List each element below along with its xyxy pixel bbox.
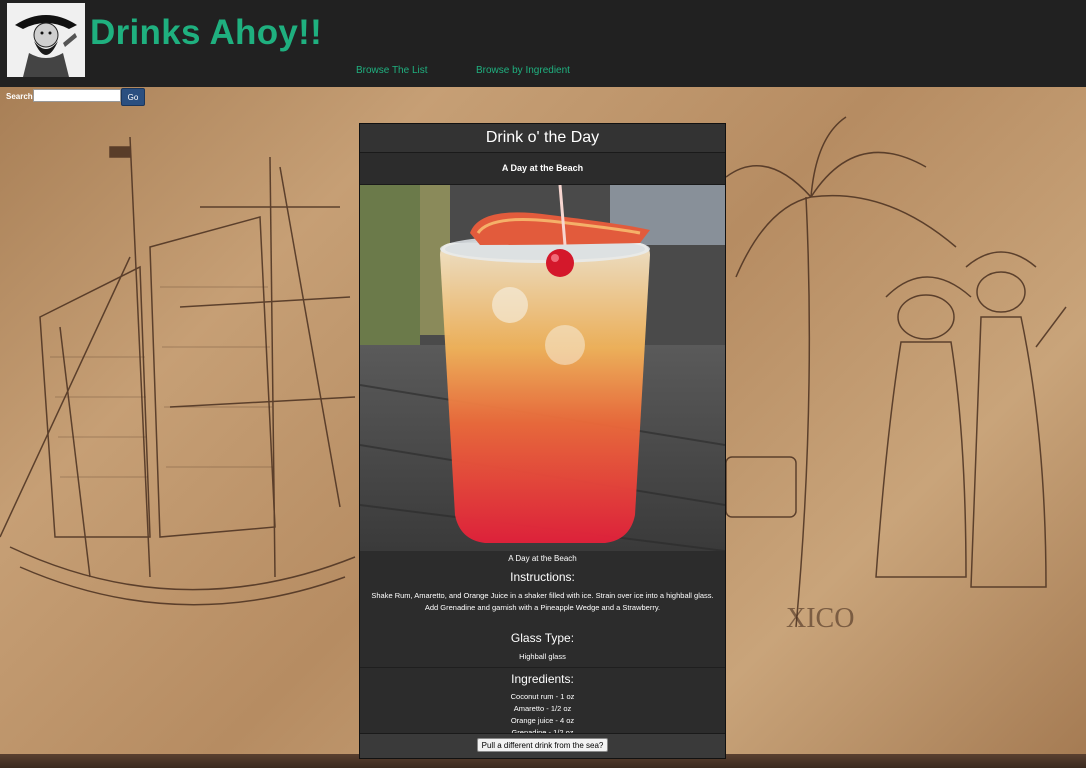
- instructions-text: Shake Rum, Amaretto, and Orange Juice in…: [371, 591, 714, 612]
- card-title: Drink o' the Day: [360, 124, 725, 153]
- site-title[interactable]: Drinks Ahoy!!: [90, 13, 322, 53]
- glass-type-value: Highball glass: [360, 652, 725, 668]
- ingredients-list: Coconut rum - 1 oz Amaretto - 1/2 oz Ora…: [360, 691, 725, 739]
- drink-photo: [360, 185, 725, 551]
- pirates-sketch-icon: XICO: [726, 116, 1067, 634]
- ingredient-item: Amaretto - 1/2 oz: [513, 704, 572, 713]
- ship-sketch-icon: [0, 136, 356, 606]
- nav-browse-list-link[interactable]: Browse The List: [356, 65, 428, 76]
- glass-type-heading: Glass Type:: [510, 631, 575, 645]
- search-bar: Search: Go: [0, 87, 1086, 107]
- pirate-logo-image[interactable]: [7, 3, 85, 77]
- site-header: Drinks Ahoy!! Browse The List Browse by …: [0, 0, 1086, 87]
- ingredient-item: Orange juice - 4 oz: [510, 716, 575, 725]
- ingredient-item: Coconut rum - 1 oz: [510, 692, 575, 701]
- card-footer: Pull a different drink from the sea?: [360, 733, 725, 758]
- instructions-heading: Instructions:: [510, 570, 575, 584]
- photo-caption: A Day at the Beach: [508, 554, 577, 563]
- search-input[interactable]: [33, 89, 121, 102]
- drink-of-the-day-card: Drink o' the Day A Day at the Beach A Da…: [359, 123, 726, 759]
- pull-different-drink-button[interactable]: Pull a different drink from the sea?: [476, 738, 609, 752]
- ingredients-heading: Ingredients:: [511, 672, 574, 686]
- nav-browse-ingredient-link[interactable]: Browse by Ingredient: [476, 65, 570, 76]
- go-button[interactable]: Go: [121, 88, 145, 106]
- search-label: Search:: [6, 92, 36, 101]
- drink-name: A Day at the Beach: [360, 153, 725, 185]
- svg-text:XICO: XICO: [786, 603, 854, 634]
